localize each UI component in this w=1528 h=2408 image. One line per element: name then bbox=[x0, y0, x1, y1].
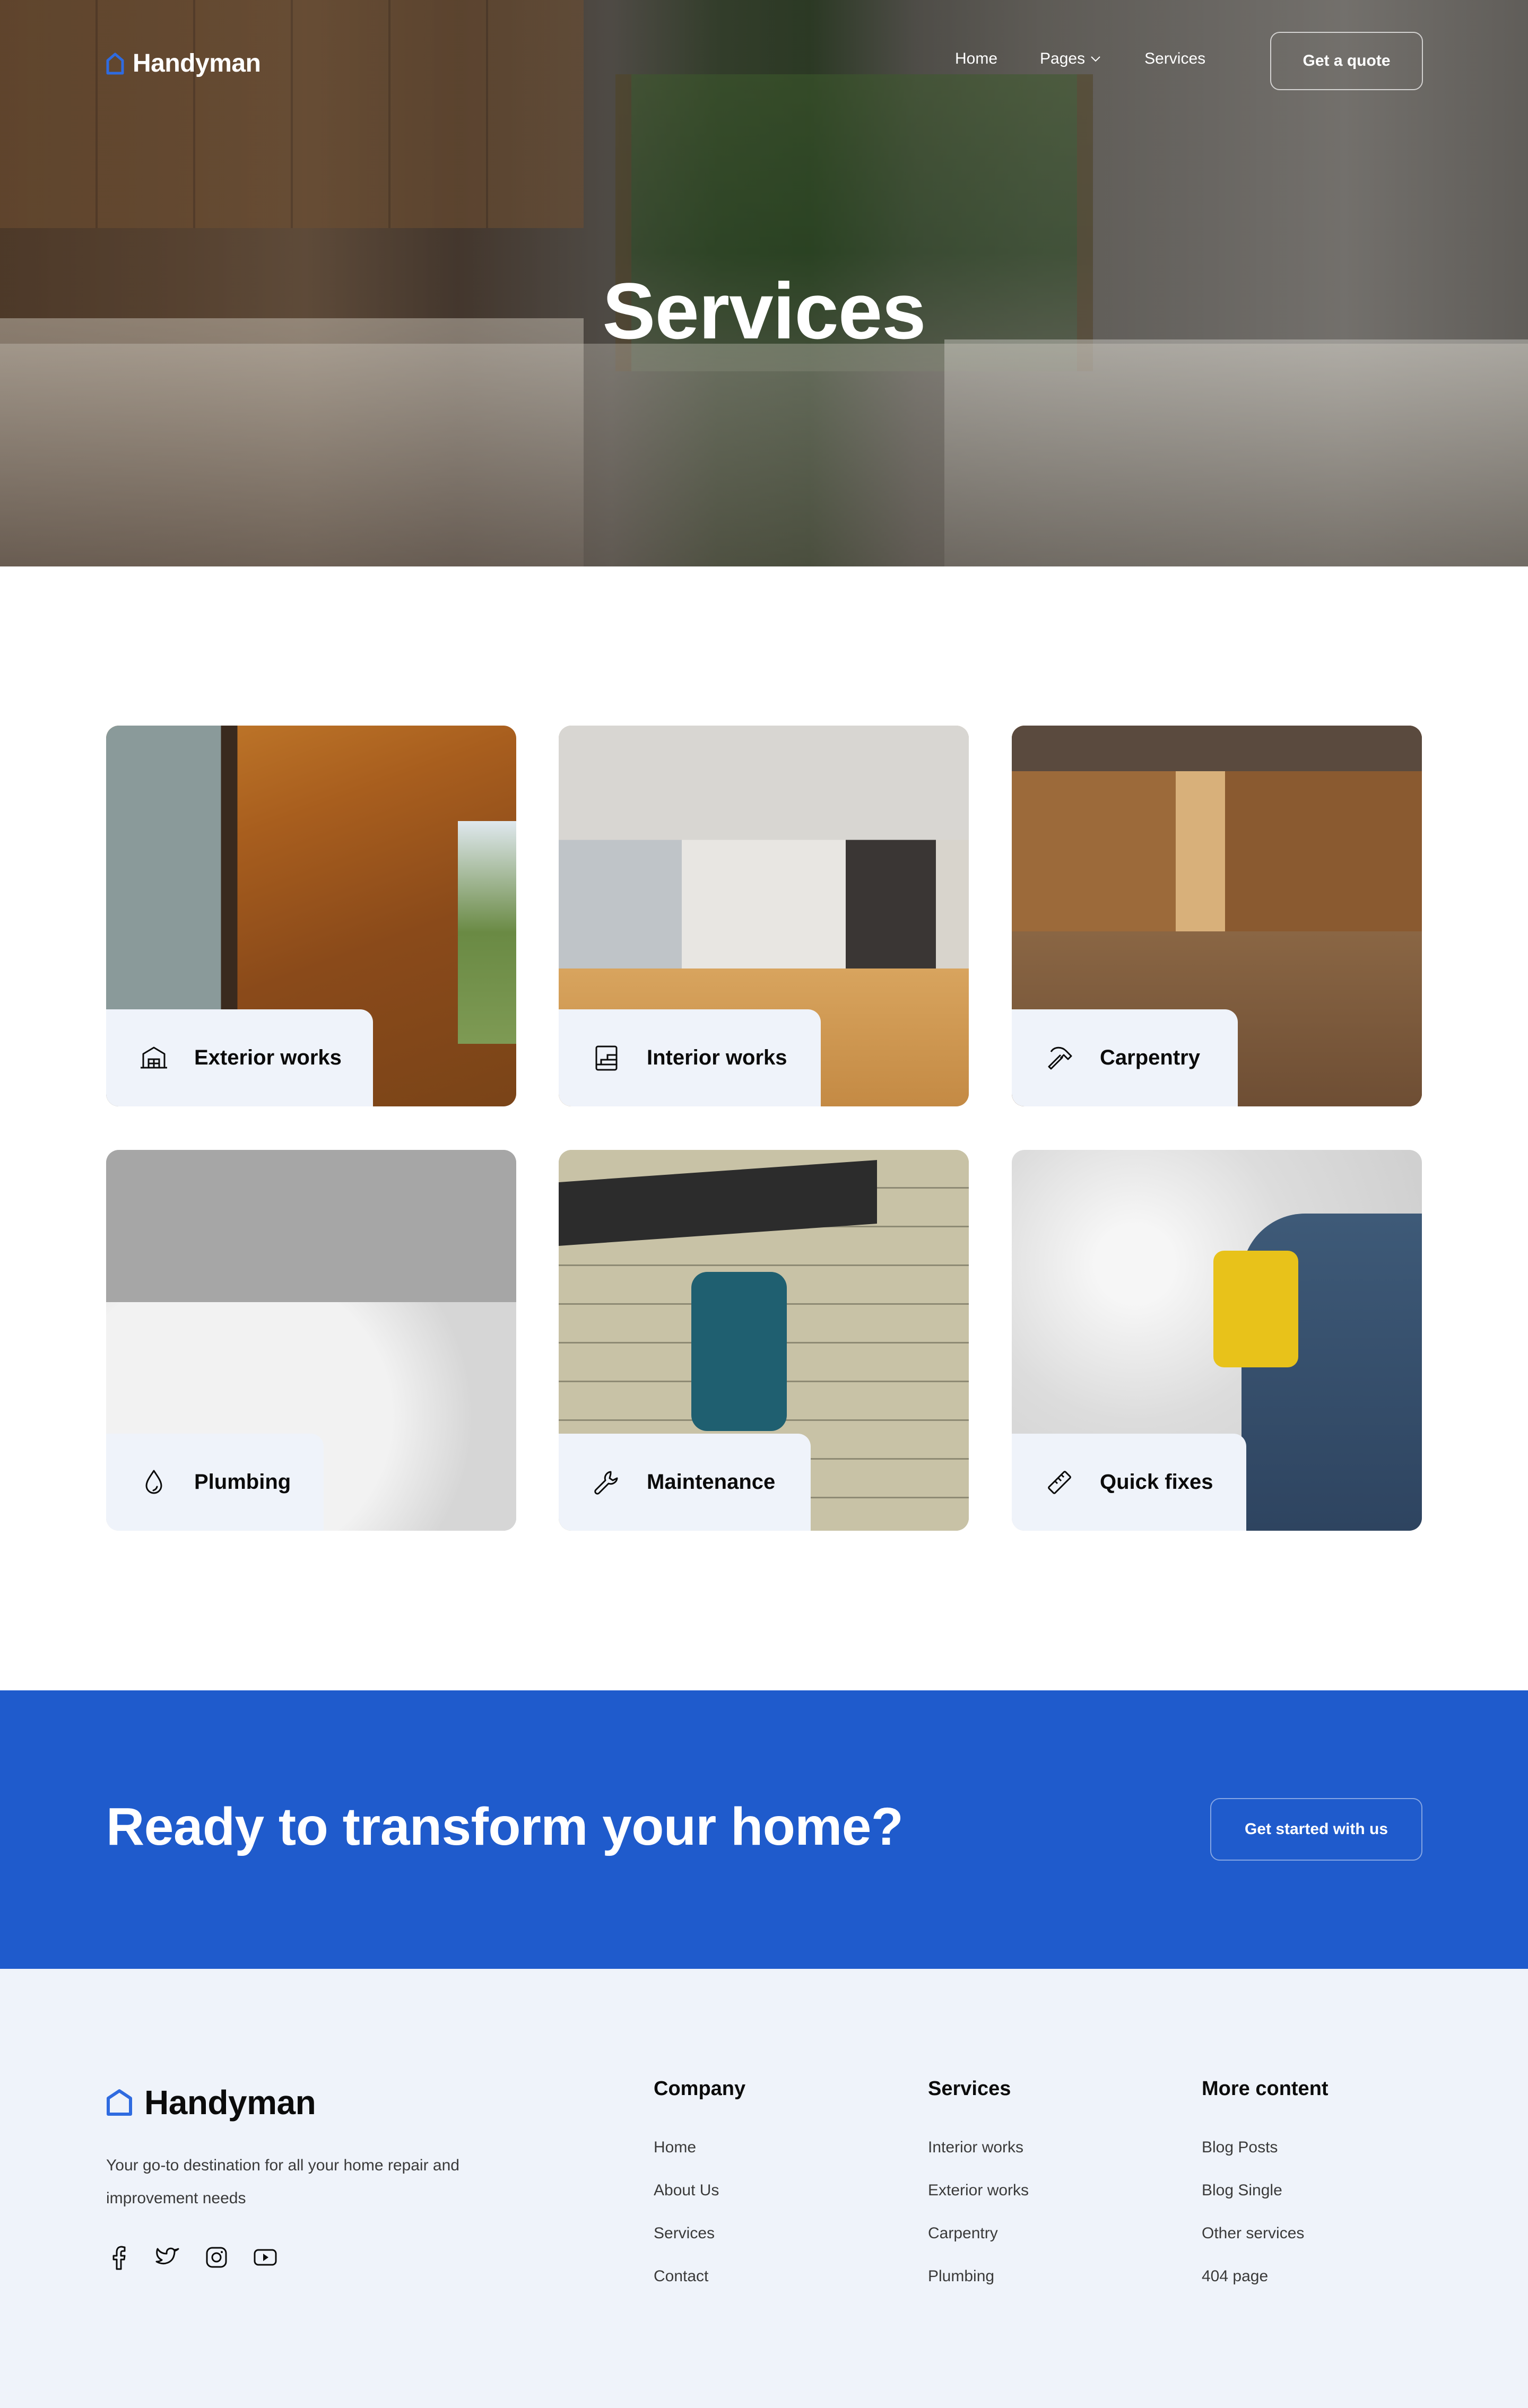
hammer-icon bbox=[1048, 1046, 1072, 1069]
service-label: Interior works bbox=[559, 1009, 821, 1106]
service-card-carpentry[interactable]: Carpentry bbox=[1012, 726, 1422, 1106]
nav-link-pages[interactable]: Pages bbox=[1040, 50, 1101, 68]
service-label: Maintenance bbox=[559, 1434, 811, 1531]
ruler-icon bbox=[1048, 1470, 1071, 1494]
footer-link[interactable]: Contact bbox=[654, 2267, 745, 2310]
garage-icon bbox=[141, 1046, 167, 1068]
service-label: Plumbing bbox=[106, 1434, 324, 1531]
footer-link[interactable]: Blog Single bbox=[1202, 2182, 1329, 2224]
service-title: Carpentry bbox=[1100, 1046, 1200, 1069]
service-title: Quick fixes bbox=[1100, 1470, 1213, 1494]
hero-bg-floor bbox=[0, 344, 1528, 566]
service-label: Quick fixes bbox=[1012, 1434, 1246, 1531]
twitter-link[interactable] bbox=[155, 2244, 180, 2274]
chevron-down-icon bbox=[1091, 56, 1100, 62]
brand-logo[interactable]: Handyman bbox=[106, 49, 261, 78]
youtube-link[interactable] bbox=[253, 2244, 278, 2274]
footer-column-title: Company bbox=[654, 2078, 746, 2100]
footer-link[interactable]: Exterior works bbox=[928, 2182, 1029, 2224]
footer-brand-name: Handyman bbox=[144, 2083, 316, 2122]
service-card-plumbing[interactable]: Plumbing bbox=[106, 1150, 516, 1531]
instagram-icon bbox=[206, 2247, 227, 2268]
get-started-button[interactable]: Get started with us bbox=[1210, 1798, 1422, 1861]
service-card-quick-fixes[interactable]: Quick fixes bbox=[1012, 1150, 1422, 1531]
instagram-link[interactable] bbox=[204, 2244, 229, 2274]
footer-link[interactable]: 404 page bbox=[1202, 2267, 1329, 2310]
youtube-icon bbox=[254, 2249, 277, 2266]
footer-link[interactable]: Blog Posts bbox=[1202, 2139, 1329, 2182]
footer: Handyman Your go-to destination for all … bbox=[0, 1969, 1528, 2408]
service-card-interior-works[interactable]: Interior works bbox=[559, 726, 969, 1106]
footer-column-title: More content bbox=[1202, 2078, 1329, 2100]
hero-section: Handyman Home Pages Services Get a quote… bbox=[0, 0, 1528, 566]
footer-link[interactable]: Services bbox=[654, 2224, 745, 2267]
footer-tagline: Your go-to destination for all your home… bbox=[106, 2157, 459, 2207]
footer-link[interactable]: Plumbing bbox=[928, 2267, 1029, 2310]
twitter-icon bbox=[155, 2247, 179, 2264]
service-title: Plumbing bbox=[194, 1470, 291, 1494]
nav-link-services[interactable]: Services bbox=[1144, 50, 1205, 68]
footer-link[interactable]: Home bbox=[654, 2139, 745, 2182]
service-title: Interior works bbox=[647, 1046, 787, 1069]
cta-banner: Ready to transform your home? Get starte… bbox=[0, 1690, 1528, 1969]
footer-link[interactable]: Other services bbox=[1202, 2224, 1329, 2267]
get-a-quote-button[interactable]: Get a quote bbox=[1270, 32, 1423, 90]
cta-title: Ready to transform your home? bbox=[106, 1797, 904, 1856]
house-logo-icon bbox=[107, 2089, 132, 2116]
service-card-exterior-works[interactable]: Exterior works bbox=[106, 726, 516, 1106]
droplet-icon bbox=[145, 1470, 162, 1494]
top-navbar: Handyman Home Pages Services Get a quote bbox=[0, 0, 1528, 122]
service-title: Exterior works bbox=[194, 1046, 342, 1069]
footer-column-services: Services Interior works Exterior works C… bbox=[928, 2078, 1029, 2310]
house-logo-icon bbox=[106, 53, 124, 74]
footer-brand-logo[interactable]: Handyman bbox=[106, 2083, 316, 2122]
social-links bbox=[106, 2244, 278, 2274]
nav-links: Home Pages Services bbox=[955, 50, 1205, 68]
page-title: Services bbox=[602, 266, 926, 355]
footer-link[interactable]: Carpentry bbox=[928, 2224, 1029, 2267]
footer-column-company: Company Home About Us Services Contact bbox=[654, 2078, 745, 2310]
service-label: Exterior works bbox=[106, 1009, 373, 1106]
wrench-icon bbox=[594, 1471, 618, 1495]
nav-link-home[interactable]: Home bbox=[955, 50, 997, 68]
service-title: Maintenance bbox=[647, 1470, 776, 1494]
footer-column-title: Services bbox=[928, 2078, 1011, 2100]
stairs-icon bbox=[595, 1045, 618, 1070]
nav-link-pages-label: Pages bbox=[1040, 50, 1086, 67]
footer-column-more-content: More content Blog Posts Blog Single Othe… bbox=[1202, 2078, 1329, 2310]
facebook-link[interactable] bbox=[106, 2244, 132, 2274]
service-label: Carpentry bbox=[1012, 1009, 1238, 1106]
brand-name: Handyman bbox=[133, 49, 261, 77]
footer-link[interactable]: Interior works bbox=[928, 2139, 1029, 2182]
facebook-icon bbox=[112, 2246, 126, 2270]
footer-link[interactable]: About Us bbox=[654, 2182, 745, 2224]
service-card-maintenance[interactable]: Maintenance bbox=[559, 1150, 969, 1531]
